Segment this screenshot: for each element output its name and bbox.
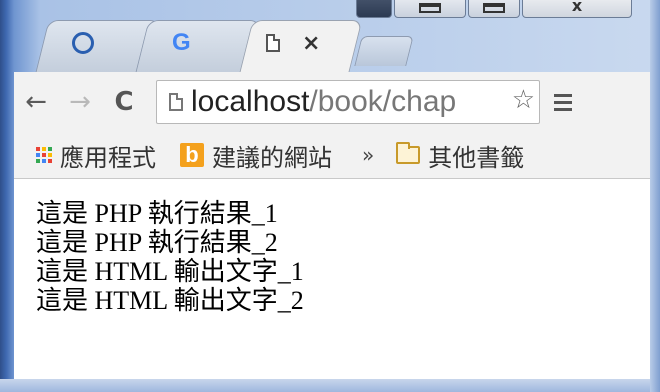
url-path: /book/chap (309, 85, 457, 118)
browser-window: x G × ← → C localhost/book/chap ☆ 應用程式 b… (0, 0, 660, 392)
toolbar: ← → C localhost/book/chap ☆ (14, 72, 650, 132)
tab-active-content: × (266, 28, 320, 58)
back-button[interactable]: ← (14, 87, 58, 117)
bing-icon: b (180, 142, 204, 167)
tab-close-icon[interactable]: × (302, 31, 320, 56)
window-bottom-edge (0, 379, 660, 392)
minimize-icon (419, 3, 441, 13)
document-icon (266, 34, 280, 52)
bookmark-apps-label: 應用程式 (60, 143, 156, 172)
output-line-2: 這是 PHP 執行結果_2 (36, 228, 278, 257)
url-host: localhost (191, 85, 310, 118)
apps-grid-icon (36, 147, 52, 163)
tab-strip: G × (14, 14, 654, 74)
hamburger-menu-icon[interactable] (554, 93, 572, 111)
reload-button[interactable]: C (102, 87, 146, 117)
output-line-1: 這是 PHP 執行結果_1 (36, 199, 278, 228)
page-info-icon[interactable] (169, 93, 183, 111)
bookmark-suggested-sites[interactable]: b 建議的網站 (180, 138, 332, 173)
bookmark-other-label: 其他書籤 (428, 143, 525, 172)
address-bar[interactable]: localhost/book/chap ☆ (156, 80, 540, 124)
ring-logo-icon (72, 32, 94, 54)
url-text: localhost/book/chap (191, 85, 456, 119)
bookmarks-overflow-button[interactable]: » (362, 143, 374, 167)
bookmarks-bar: 應用程式 b 建議的網站 » 其他書籤 (14, 132, 650, 179)
output-line-3: 這是 HTML 輸出文字_1 (36, 257, 304, 286)
page-viewport: 這是 PHP 執行結果_1 這是 PHP 執行結果_2 這是 HTML 輸出文字… (14, 179, 650, 379)
forward-button[interactable]: → (58, 87, 102, 117)
bookmark-other[interactable]: 其他書籤 (396, 138, 524, 173)
bookmark-suggested-label: 建議的網站 (212, 143, 332, 172)
tab-2-content: G (172, 28, 191, 58)
folder-icon (396, 142, 421, 164)
output-line-4: 這是 HTML 輸出文字_2 (36, 286, 304, 315)
google-g-icon: G (172, 29, 191, 56)
bookmark-apps[interactable]: 應用程式 (36, 138, 156, 173)
maximize-icon (483, 3, 505, 13)
tab-1-content (72, 28, 94, 58)
new-tab-button[interactable] (354, 36, 414, 66)
bookmark-star-icon[interactable]: ☆ (509, 85, 535, 115)
page-output: 這是 PHP 執行結果_1 這是 PHP 執行結果_2 這是 HTML 輸出文字… (36, 199, 304, 315)
